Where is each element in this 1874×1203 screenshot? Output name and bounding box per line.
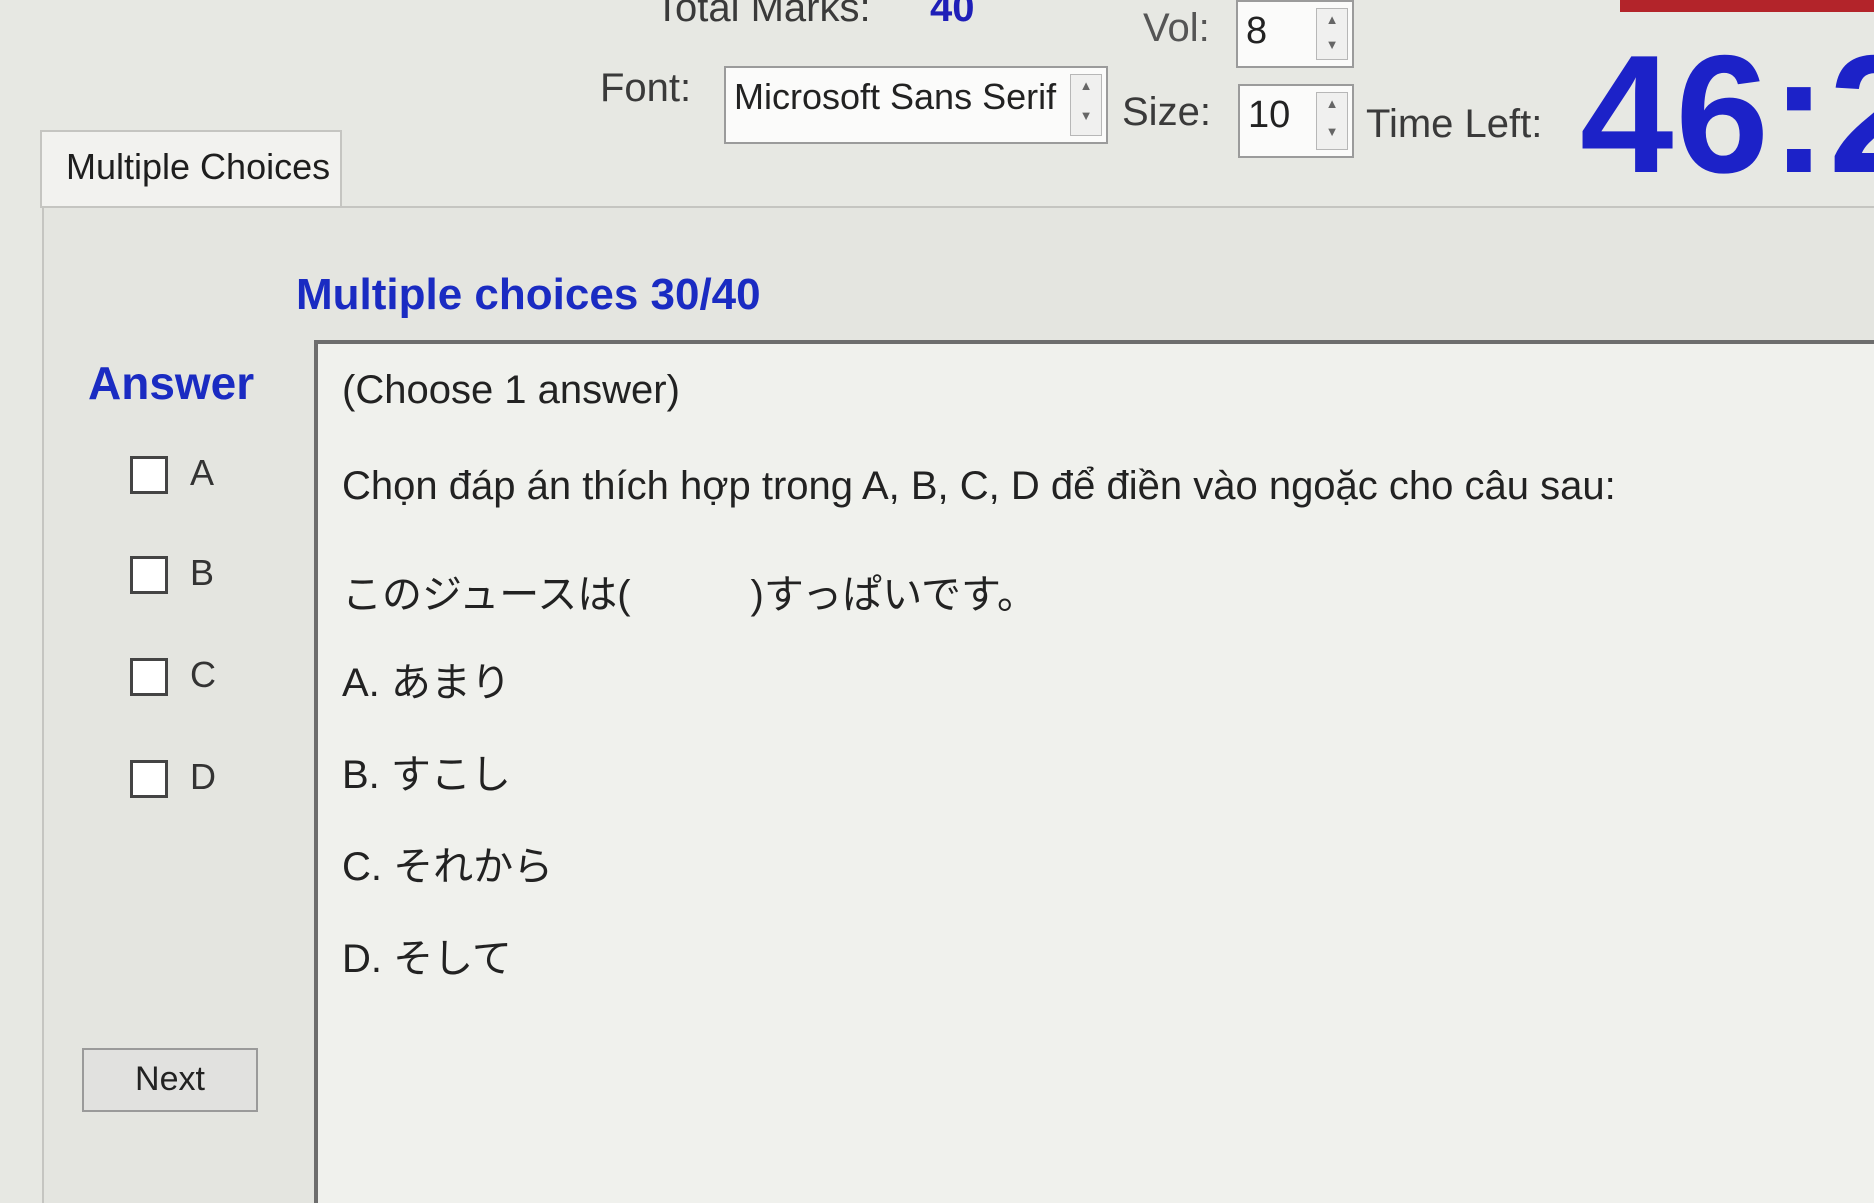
font-spinner-arrows[interactable]: ▲ ▼ <box>1070 74 1102 136</box>
choice-label-a: A <box>190 452 215 493</box>
choice-label-b: B <box>190 552 215 593</box>
spin-up-icon[interactable]: ▲ <box>1071 75 1101 105</box>
spin-down-icon[interactable]: ▼ <box>1317 121 1347 149</box>
choice-label-d: D <box>190 756 216 797</box>
checkbox-b[interactable] <box>130 556 168 595</box>
section-title: Multiple choices 30/40 <box>296 270 761 319</box>
checkbox-d[interactable] <box>130 760 168 799</box>
checkbox-a[interactable] <box>130 456 168 495</box>
top-red-bar <box>1620 0 1874 12</box>
spin-down-icon[interactable]: ▼ <box>1071 105 1101 135</box>
question-option-b: B. すこし <box>342 753 511 797</box>
vol-value: 8 <box>1246 10 1268 52</box>
font-spinner[interactable]: Microsoft Sans Serif ▲ ▼ <box>724 66 1108 144</box>
total-marks-value: 40 <box>930 0 975 30</box>
vol-spinner-arrows[interactable]: ▲ ▼ <box>1316 8 1348 60</box>
time-left-label: Time Left: <box>1366 102 1543 146</box>
vol-label: Vol: <box>1143 6 1210 50</box>
next-button[interactable]: Next <box>82 1048 258 1112</box>
spin-down-icon[interactable]: ▼ <box>1317 34 1347 59</box>
answer-choice-a[interactable]: A <box>130 452 215 495</box>
total-marks-label: Total Marks: <box>655 0 871 30</box>
size-value: 10 <box>1248 94 1291 136</box>
size-label: Size: <box>1122 90 1211 134</box>
question-sentence: このジュースは( )すっぱいです。 <box>342 573 1038 617</box>
question-option-d: D. そして <box>342 937 512 981</box>
size-spinner-arrows[interactable]: ▲ ▼ <box>1316 92 1348 150</box>
answer-choice-b[interactable]: B <box>130 552 215 595</box>
vol-spinner[interactable]: 8 ▲ ▼ <box>1236 0 1354 68</box>
font-value: Microsoft Sans Serif <box>734 76 1057 117</box>
spin-up-icon[interactable]: ▲ <box>1317 93 1347 121</box>
time-left-value: 46:2 <box>1580 20 1874 208</box>
question-option-c: C. それから <box>342 845 554 889</box>
size-spinner[interactable]: 10 ▲ ▼ <box>1238 84 1354 158</box>
checkbox-c[interactable] <box>130 658 168 697</box>
question-prompt: Chọn đáp án thích hợp trong A, B, C, D đ… <box>342 464 1616 508</box>
answer-title: Answer <box>88 357 255 409</box>
font-label: Font: <box>600 66 692 110</box>
answer-choice-d[interactable]: D <box>130 756 216 799</box>
choice-label-c: C <box>190 654 216 695</box>
question-panel: (Choose 1 answer) Chọn đáp án thích hợp … <box>314 340 1874 1203</box>
tab-multiple-choices[interactable]: Multiple Choices <box>40 130 342 208</box>
spin-up-icon[interactable]: ▲ <box>1317 9 1347 34</box>
answer-choice-c[interactable]: C <box>130 654 216 697</box>
question-instruction: (Choose 1 answer) <box>342 368 680 412</box>
question-option-a: A. あまり <box>342 661 511 705</box>
